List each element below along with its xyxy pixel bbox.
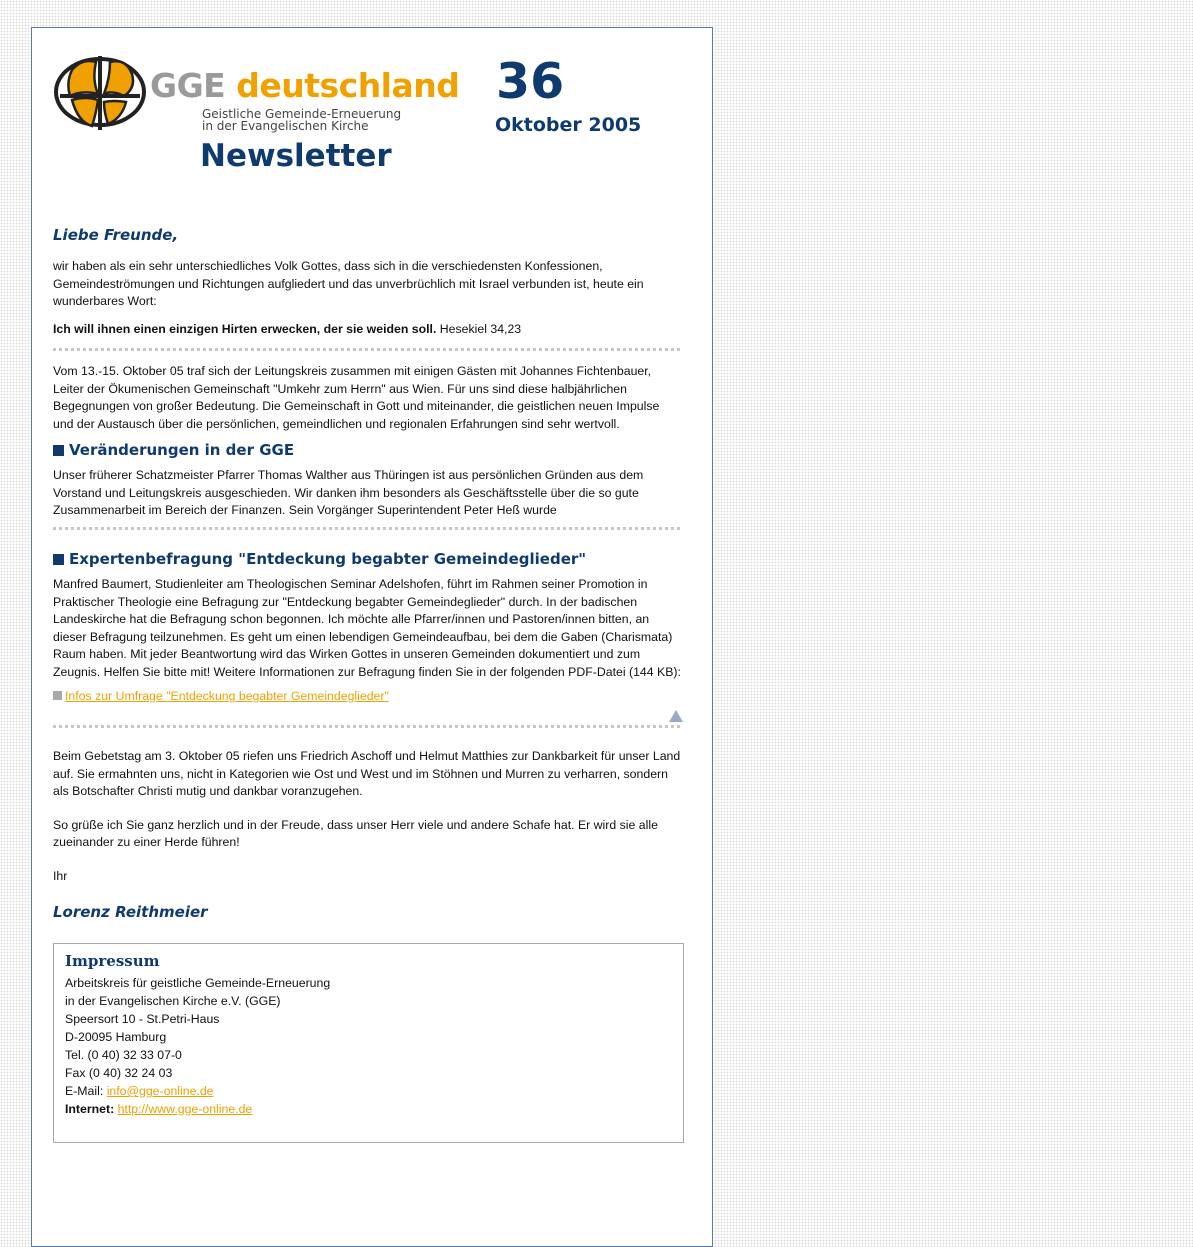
impressum-internet-row: Internet: http://www.gge-online.de (65, 1102, 253, 1116)
website-link[interactable]: http://www.gge-online.de (118, 1102, 253, 1116)
square-bullet-icon (53, 445, 64, 456)
impressum-title: Impressum (65, 952, 160, 970)
meeting-paragraph: Vom 13.-15. Oktober 05 traf sich der Lei… (53, 364, 660, 431)
dotted-divider (53, 527, 680, 530)
impressum-line: D-20095 Hamburg (65, 1030, 167, 1044)
intro-paragraph: wir haben als ein sehr unterschiedliches… (53, 259, 644, 308)
dotted-divider (53, 725, 680, 728)
square-bullet-icon (53, 554, 64, 565)
impressum-email-row: E-Mail: info@gge-online.de (65, 1084, 214, 1098)
section-text-scroll[interactable]: Unser früherer Schatzmeister Pfarrer Tho… (53, 467, 683, 519)
dotted-divider (53, 348, 680, 351)
newsletter-title: Newsletter (200, 138, 392, 174)
verse-reference: Hesekiel 34,23 (436, 321, 522, 336)
impressum-line: in der Evangelischen Kirche e.V. (GGE) (65, 994, 281, 1008)
brand-subtitle: Geistliche Gemeinde-Erneuerung in der Ev… (202, 108, 401, 132)
impressum-line: Tel. (0 40) 32 33 07-0 (65, 1048, 182, 1062)
issue-number: 36 (496, 53, 565, 110)
issue-date: Oktober 2005 (495, 114, 642, 136)
closing-ihr: Ihr (53, 868, 68, 883)
section-heading: Veränderungen in der GGE (53, 441, 683, 459)
signature: Lorenz Reithmeier (53, 903, 208, 921)
impressum-line: Arbeitskreis für geistliche Gemeinde-Ern… (65, 976, 331, 990)
link-bullet-icon (53, 691, 62, 700)
newsletter-content: Liebe Freunde, wir haben als ein sehr un… (53, 226, 684, 1143)
survey-pdf-link[interactable]: Infos zur Umfrage "Entdeckung begabter G… (65, 689, 389, 703)
arrow-up-icon (669, 710, 683, 722)
verse-paragraph: Ich will ihnen einen einzigen Hirten erw… (53, 321, 683, 339)
verse-text: Ich will ihnen einen einzigen Hirten erw… (53, 321, 437, 336)
email-link[interactable]: info@gge-online.de (107, 1084, 214, 1098)
greeting: Liebe Freunde, (53, 226, 179, 244)
survey-link-row: Infos zur Umfrage "Entdeckung begabter G… (53, 687, 683, 705)
brand-subtitle-line: in der Evangelischen Kirche (202, 119, 369, 133)
newsletter-page: GGE deutschland Geistliche Gemeinde-Erne… (31, 27, 713, 1247)
survey-paragraph: Manfred Baumert, Studienleiter am Theolo… (53, 577, 681, 679)
impressum-line: Fax (0 40) 32 24 03 (65, 1066, 173, 1080)
gge-logo-icon (54, 56, 146, 130)
section-heading: Expertenbefragung "Entdeckung begabter G… (53, 550, 683, 568)
impressum-box: Impressum Arbeitskreis für geistliche Ge… (53, 943, 684, 1143)
closing-paragraph: So grüße ich Sie ganz herzlich und in de… (53, 817, 658, 850)
gebetstag-paragraph: Beim Gebetstag am 3. Oktober 05 riefen u… (53, 749, 681, 798)
brand-name: GGE deutschland (150, 66, 460, 105)
impressum-line: Speersort 10 - St.Petri-Haus (65, 1012, 220, 1026)
back-to-top-button[interactable] (53, 709, 683, 723)
